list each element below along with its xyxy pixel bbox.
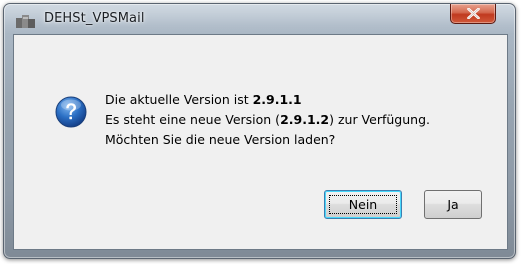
- no-button-label: Nein: [348, 197, 378, 212]
- current-version: 2.9.1.1: [252, 92, 302, 107]
- new-version: 2.9.1.2: [280, 112, 330, 127]
- window-title: DEHSt_VPSMail: [44, 11, 145, 26]
- no-button[interactable]: Nein: [324, 190, 402, 219]
- message-line-new: Es steht eine neue Version (2.9.1.2) zur…: [105, 112, 430, 127]
- message-line-current: Die aktuelle Version ist 2.9.1.1: [105, 92, 302, 107]
- dialog-window: DEHSt_VPSMail Die aktuelle Version ist 2…: [3, 3, 516, 259]
- dialog-content: Die aktuelle Version ist 2.9.1.1 Es steh…: [13, 34, 508, 250]
- dialog-message: Die aktuelle Version ist 2.9.1.1 Es steh…: [105, 90, 430, 150]
- yes-button[interactable]: Ja: [424, 190, 482, 219]
- title-bar[interactable]: DEHSt_VPSMail: [4, 4, 515, 34]
- close-button[interactable]: [450, 4, 496, 24]
- app-window-icon: [16, 13, 36, 28]
- question-icon: [55, 96, 87, 128]
- close-icon: [467, 8, 480, 19]
- message-line-question: Möchten Sie die neue Version laden?: [105, 132, 336, 147]
